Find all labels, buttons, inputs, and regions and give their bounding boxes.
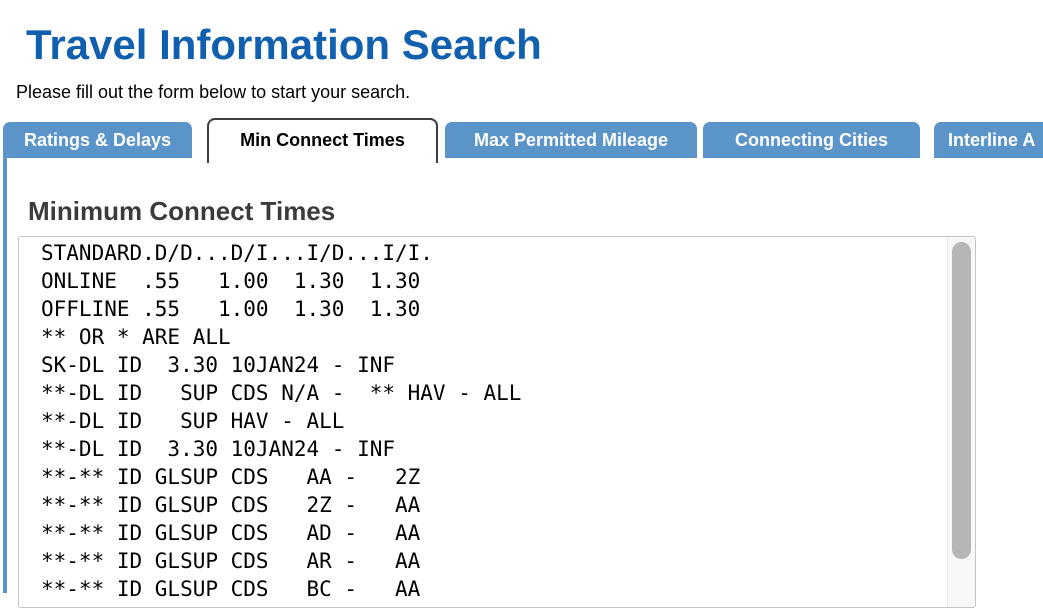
vertical-scrollbar[interactable] (947, 237, 975, 607)
tab-ratings-delays[interactable]: Ratings & Delays (3, 122, 192, 158)
tab-min-connect-times[interactable]: Min Connect Times (207, 118, 438, 163)
section-heading: Minimum Connect Times (28, 198, 335, 224)
scrollbar-thumb[interactable] (952, 242, 971, 559)
mct-output-box[interactable]: STANDARD.D/D...D/I...I/D...I/I. ONLINE .… (18, 236, 976, 608)
panel-left-border (3, 158, 7, 593)
tab-interline-agreements[interactable]: Interline A (934, 122, 1043, 158)
tab-bar: Ratings & Delays Min Connect Times Max P… (0, 0, 1043, 163)
mct-output-text: STANDARD.D/D...D/I...I/D...I/I. ONLINE .… (19, 237, 947, 607)
tab-connecting-cities[interactable]: Connecting Cities (703, 122, 920, 158)
tab-max-permitted-mileage[interactable]: Max Permitted Mileage (445, 122, 697, 158)
